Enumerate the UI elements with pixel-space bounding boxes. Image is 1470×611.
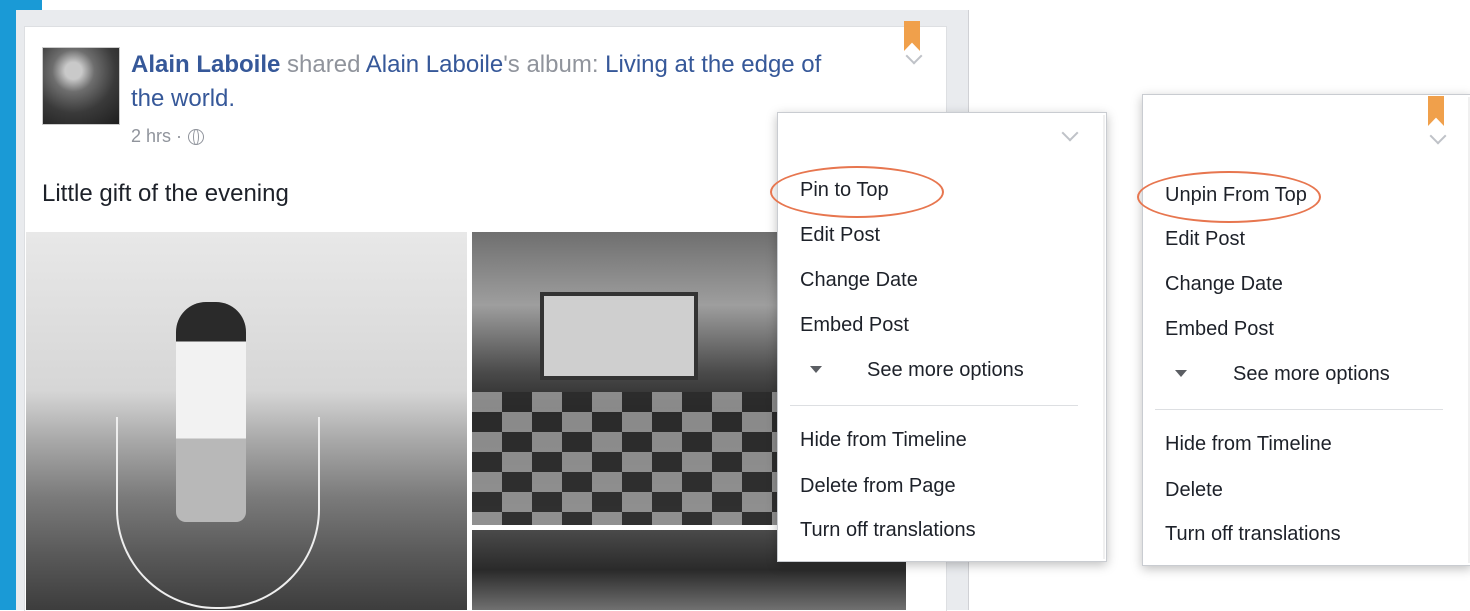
album-possessive-text: 's album: [503,51,606,78]
unpin-from-top-item[interactable]: Unpin From Top [1165,184,1307,207]
caret-down-icon [810,366,822,373]
shared-text: shared [280,51,366,78]
photo-girl-shape [176,302,246,522]
hide-from-timeline-item[interactable]: Hide from Timeline [800,429,967,452]
author-name-link[interactable]: Alain Laboile [131,51,280,78]
edit-post-item[interactable]: Edit Post [1165,228,1245,251]
turn-off-translations-item[interactable]: Turn off translations [1165,523,1341,546]
delete-item[interactable]: Delete [1165,479,1223,502]
menu-scrollbar[interactable] [1103,115,1105,559]
turn-off-translations-item[interactable]: Turn off translations [800,519,976,542]
post-options-menu: Pin to Top Edit Post Change Date Embed P… [770,112,1107,562]
photo-screen-shape [540,292,698,380]
left-accent-stripe [0,0,16,610]
see-more-options-item[interactable]: See more options [1233,363,1390,386]
globe-icon[interactable] [188,128,205,145]
change-date-item[interactable]: Change Date [800,269,918,292]
author-avatar[interactable] [42,47,120,125]
photo-checkered-floor [472,392,792,525]
see-more-options-item[interactable]: See more options [867,359,1024,382]
post-meta: 2 hrs · [131,126,205,147]
embed-post-item[interactable]: Embed Post [1165,318,1274,341]
caret-down-icon [1175,370,1187,377]
hide-from-timeline-item[interactable]: Hide from Timeline [1165,433,1332,456]
change-date-item[interactable]: Change Date [1165,273,1283,296]
post-timestamp[interactable]: 2 hrs · [131,126,182,147]
pin-to-top-item[interactable]: Pin to Top [800,179,889,202]
menu-separator [790,405,1078,406]
album-photo-children-floor[interactable] [472,232,792,525]
post-options-menu-pinned: Unpin From Top Edit Post Change Date Emb… [1137,94,1470,566]
album-owner-link[interactable]: Alain Laboile [366,51,503,78]
left-accent-stripe-top [16,0,42,10]
delete-from-page-item[interactable]: Delete from Page [800,475,956,498]
embed-post-item[interactable]: Embed Post [800,314,909,337]
post-header: Alain Laboile shared Alain Laboile's alb… [131,48,831,116]
post-text: Little gift of the evening [42,180,289,207]
menu-separator [1155,409,1443,410]
edit-post-item[interactable]: Edit Post [800,224,880,247]
album-photo-girl-jump-rope[interactable] [26,232,467,610]
